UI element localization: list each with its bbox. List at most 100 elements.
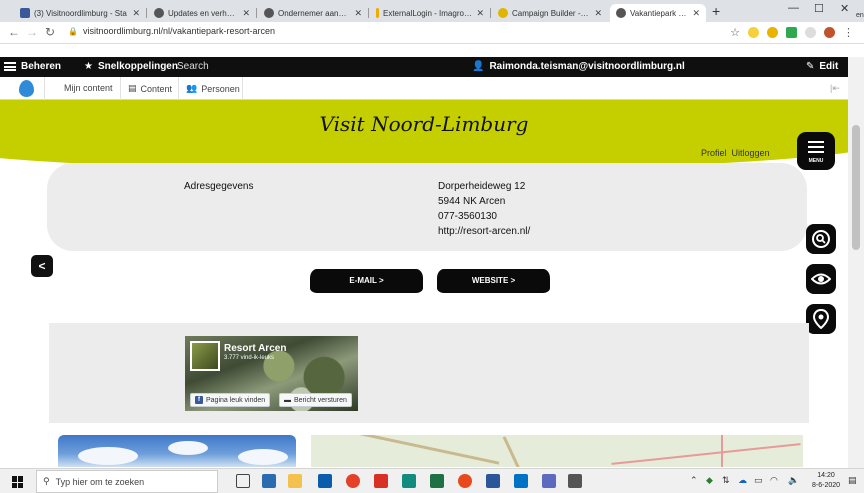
notifications-icon[interactable]: ▤ (848, 475, 857, 486)
email-button[interactable]: E-MAIL > (310, 269, 423, 293)
url-field[interactable]: 🔒 visitnoordlimburg.nl/nl/vakantiepark-re… (68, 26, 275, 36)
collapse-toolbar-icon[interactable]: |⇤ (830, 83, 840, 94)
close-window-icon[interactable]: ✕ (840, 2, 849, 15)
content-link[interactable]: ▤ Content (128, 83, 172, 94)
close-tab-icon[interactable]: ✕ (476, 8, 484, 19)
system-clock[interactable]: 14:20 8-6-2020 (812, 471, 840, 491)
windows-start-icon[interactable] (12, 476, 24, 488)
minimize-icon[interactable]: — (788, 2, 799, 14)
browser-tab-active[interactable]: Vakantiepark Resort Arcen ✕ (610, 4, 706, 22)
back-arrow-icon[interactable]: ← (8, 25, 20, 39)
tab-title: ExternalLogin - Imagro bee (383, 8, 473, 18)
sharepoint-icon[interactable] (402, 474, 416, 488)
like-page-button[interactable]: f Pagina leuk vinden (190, 393, 271, 407)
send-message-button[interactable]: ▬ Bericht versturen (279, 393, 352, 407)
close-tab-icon[interactable]: ✕ (242, 8, 250, 19)
user-icon: 👤 (472, 61, 485, 72)
drupal-logo-icon[interactable] (19, 80, 34, 97)
phone-number: 077-3560130 (438, 211, 497, 222)
extension-icon[interactable] (767, 27, 778, 38)
website-button[interactable]: WEBSITE > (437, 269, 550, 293)
logout-link[interactable]: Uitloggen (732, 148, 770, 158)
new-tab-button[interactable]: + (712, 3, 720, 19)
star-icon: ★ (84, 61, 93, 72)
profile-link[interactable]: Profiel (701, 148, 727, 158)
campaign-icon (498, 8, 508, 18)
wifi-icon[interactable]: ◠ (770, 475, 778, 486)
taskbar-search[interactable]: ⚲ Typ hier om te zoeken (36, 470, 218, 493)
message-icon: ▬ (284, 396, 291, 404)
forward-arrow-icon[interactable]: → (26, 25, 38, 39)
edit-toggle[interactable]: ✎ Edit (806, 61, 838, 72)
close-tab-icon[interactable]: ✕ (594, 8, 602, 19)
browser-tab[interactable]: Campaign Builder - Templ ✕ (492, 4, 608, 22)
page-name[interactable]: Resort Arcen (224, 343, 286, 354)
view-side-button[interactable] (806, 264, 836, 294)
tray-chevron-icon[interactable]: ⌃ (690, 475, 698, 486)
volume-icon[interactable]: 🔈 (788, 475, 799, 486)
pdf-reader-icon[interactable] (374, 474, 388, 488)
firefox-icon[interactable] (458, 474, 472, 488)
url-text: visitnoordlimburg.nl/nl/vakantiepark-res… (82, 26, 276, 36)
browser-tab[interactable]: Ondernemer aanmaken | V ✕ (258, 4, 368, 22)
admin-search[interactable]: Search (177, 61, 209, 72)
reload-icon[interactable]: ↻ (45, 25, 55, 39)
checkmark-extension-icon[interactable] (786, 27, 797, 38)
file-explorer-icon[interactable] (288, 474, 302, 488)
back-button[interactable]: < (31, 255, 53, 277)
globe-icon (264, 8, 274, 18)
postal-code: 5944 NK Arcen (438, 196, 506, 207)
battery-icon[interactable]: ▭ (754, 475, 763, 486)
website-url[interactable]: http://resort-arcen.nl/ (438, 224, 530, 239)
site-logo[interactable]: Visit Noord-Limburg (0, 112, 848, 136)
excel-icon[interactable] (430, 474, 444, 488)
menu-label: MENU (808, 158, 824, 164)
maximize-icon[interactable]: ☐ (814, 2, 824, 15)
task-view-icon[interactable] (236, 474, 250, 488)
close-tab-icon[interactable]: ✕ (692, 8, 700, 19)
admin-toolbar: Beheren ★ Snelkoppelingen Search 👤 Raimo… (0, 57, 848, 77)
windows-taskbar: ⚲ Typ hier om te zoeken ⌃ ◆ ⇅ ☁ ▭ ◠ 🔈 14… (0, 468, 864, 493)
manage-menu[interactable]: Beheren (4, 61, 61, 72)
close-tab-icon[interactable]: ✕ (132, 8, 140, 19)
shortcuts-label: Snelkoppelingen (97, 61, 178, 72)
shortcuts-menu[interactable]: ★ Snelkoppelingen (84, 61, 178, 72)
pencil-icon: ✎ (806, 61, 815, 72)
word-icon[interactable] (486, 474, 500, 488)
extension-icon[interactable] (748, 27, 759, 38)
facebook-icon: f (195, 396, 203, 404)
browser-tab[interactable]: Updates en verhalen | Visit ✕ (148, 4, 256, 22)
tab-title: Campaign Builder - Templ (512, 8, 591, 18)
teams-icon[interactable] (542, 474, 556, 488)
social-section (49, 323, 809, 423)
calculator-icon[interactable] (262, 474, 276, 488)
extension-icon[interactable] (805, 27, 816, 38)
mail-icon[interactable] (318, 474, 332, 488)
search-label: Search (177, 61, 209, 72)
profile-avatar-icon[interactable] (824, 27, 835, 38)
bookmark-star-icon[interactable]: ☆ (730, 26, 740, 39)
edit-label: Edit (819, 61, 839, 72)
browser-tab[interactable]: ExternalLogin - Imagro bee ✕ (370, 4, 490, 22)
browser-tab-strip: (3) Visitnoordlimburg - Sta ✕ Updates en… (0, 0, 864, 22)
settings-icon[interactable] (568, 474, 582, 488)
people-link[interactable]: 👥 Personen (186, 83, 240, 94)
location-map[interactable] (311, 435, 803, 467)
my-content-link[interactable]: Mijn content (64, 83, 113, 93)
cloud-icon[interactable]: ☁ (738, 475, 747, 486)
scrollbar-thumb[interactable] (852, 125, 860, 250)
user-menu[interactable]: 👤 Raimonda.teisman@visitnoordlimburg.nl (472, 61, 685, 72)
browser-tab[interactable]: (3) Visitnoordlimburg - Sta ✕ (14, 4, 146, 22)
menu-button[interactable]: MENU (797, 132, 835, 170)
location-side-button[interactable] (806, 304, 836, 334)
outlook-icon[interactable] (514, 474, 528, 488)
close-tab-icon[interactable]: ✕ (354, 8, 362, 19)
search-side-button[interactable] (806, 224, 836, 254)
tray-app-icon[interactable]: ◆ (706, 475, 713, 486)
page-likes: 3.777 vind-ik-leuks (224, 355, 275, 361)
chrome-icon[interactable] (346, 474, 360, 488)
browser-menu-icon[interactable]: ⋮ (843, 26, 854, 39)
tab-title: (3) Visitnoordlimburg - Sta (34, 8, 127, 18)
page-scrollbar[interactable] (848, 57, 864, 468)
network-icon[interactable]: ⇅ (722, 475, 730, 486)
